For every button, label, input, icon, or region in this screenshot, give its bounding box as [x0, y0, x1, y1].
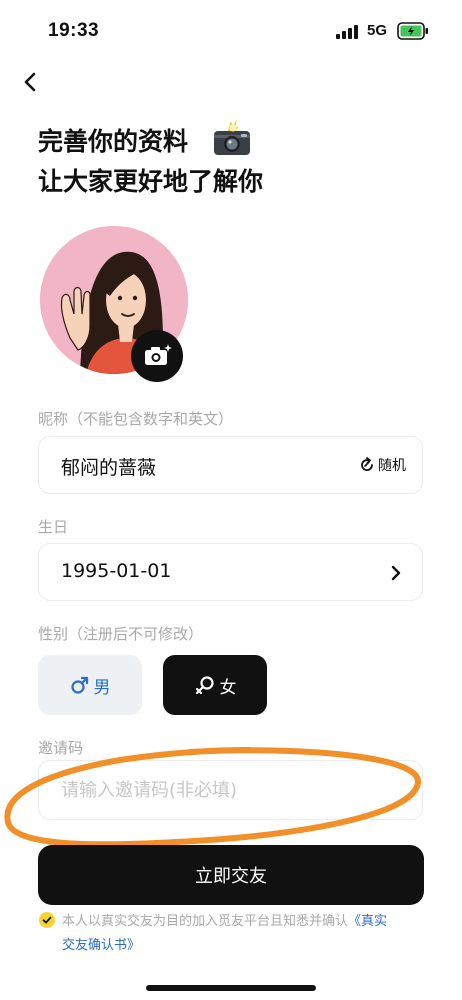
back-button[interactable]	[16, 66, 44, 98]
network-label: 5G	[367, 22, 388, 39]
invite-label: 邀请码	[38, 739, 84, 757]
chevron-right-icon	[391, 565, 401, 581]
chevron-left-icon	[24, 72, 36, 92]
nickname-field[interactable]: 郁闷的蔷薇 随机	[38, 436, 423, 494]
gender-label: 性别（注册后不可修改）	[38, 625, 204, 643]
agreement-statement: 本人以真实交友为目的加入觅友平台且知悉并确认	[62, 914, 349, 929]
birthday-field[interactable]: 1995-01-01	[38, 543, 423, 601]
status-bar: 19:33 5G	[0, 0, 462, 62]
status-time: 19:33	[48, 20, 100, 41]
signal-icon	[336, 25, 360, 39]
birthday-value: 1995-01-01	[61, 560, 172, 582]
title-line-2: 让大家更好地了解你	[38, 167, 264, 196]
camera-flash-icon	[214, 119, 250, 155]
birthday-label: 生日	[38, 518, 69, 536]
female-symbol-icon	[195, 676, 214, 695]
submit-button[interactable]: 立即交友	[38, 845, 424, 905]
random-nickname-button[interactable]: 随机	[359, 455, 406, 475]
agreement-link-part1[interactable]: 《真实	[348, 914, 387, 929]
nickname-label: 昵称（不能包含数字和英文）	[38, 410, 234, 428]
random-label: 随机	[378, 458, 406, 474]
battery-icon	[397, 22, 428, 40]
submit-label: 立即交友	[195, 866, 267, 887]
agreement-link-part2[interactable]: 交友确认书》	[62, 934, 140, 958]
gender-female-button[interactable]: 女	[163, 655, 267, 715]
gender-male-button[interactable]: 男	[38, 655, 142, 715]
checkmark-icon	[42, 916, 52, 924]
avatar-section	[40, 226, 188, 382]
nickname-value: 郁闷的蔷薇	[61, 457, 157, 479]
agreement-checkbox[interactable]	[39, 912, 55, 928]
agreement-text: 本人以真实交友为目的加入觅友平台且知悉并确认《真实	[62, 910, 422, 934]
home-indicator	[146, 985, 316, 991]
male-symbol-icon	[70, 676, 88, 694]
invite-code-input[interactable]	[38, 760, 423, 820]
refresh-icon	[361, 457, 373, 471]
avatar-camera-button[interactable]	[131, 330, 183, 382]
gender-female-label: 女	[219, 677, 237, 698]
gender-male-label: 男	[93, 677, 111, 698]
camera-icon	[145, 344, 172, 365]
